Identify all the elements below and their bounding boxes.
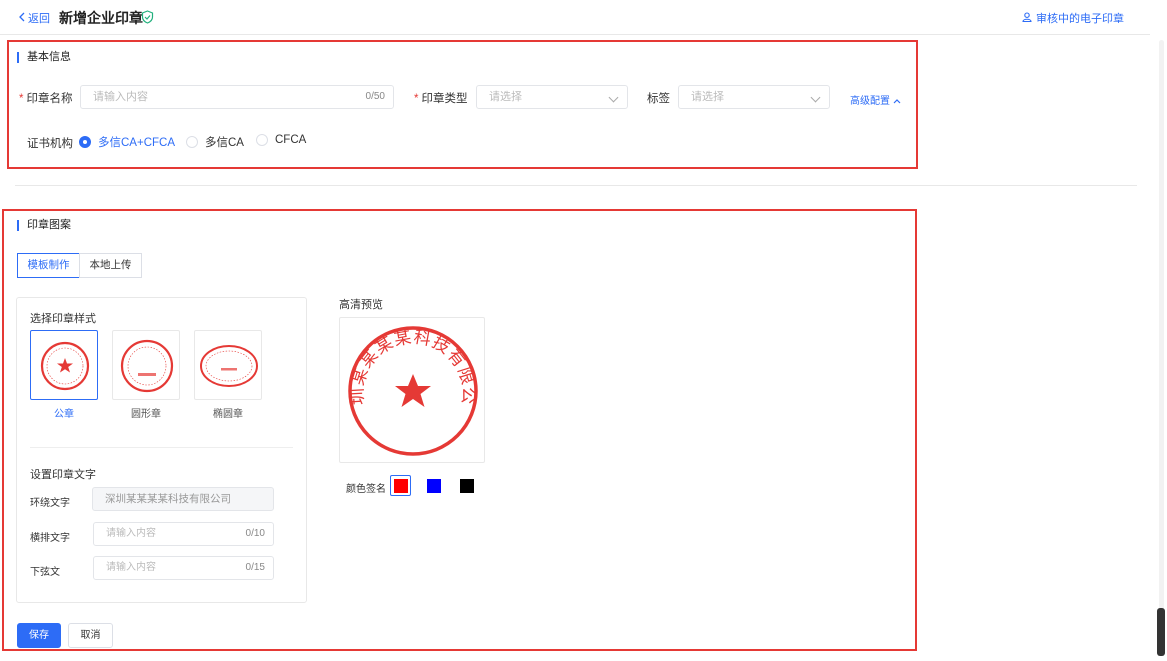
seal-name-input[interactable]: 请输入内容 0/50 — [80, 85, 394, 109]
save-button[interactable]: 保存 — [17, 623, 61, 648]
seal-name-counter: 0/50 — [365, 91, 385, 102]
reviewing-seals-label: 审核中的电子印章 — [1036, 13, 1124, 25]
oval-seal-thumbnail — [200, 345, 258, 387]
user-icon — [1022, 11, 1032, 25]
preview-title: 高清预览 — [339, 299, 383, 311]
color-swatch-red[interactable] — [394, 479, 408, 493]
ring-text-input[interactable]: 深圳某某某某科技有限公司 — [92, 487, 274, 511]
bottom-text-counter: 0/15 — [245, 562, 265, 573]
tab-template[interactable]: 模板制作 — [17, 253, 80, 278]
select-style-title: 选择印章样式 — [30, 313, 96, 325]
tab-local-upload[interactable]: 本地上传 — [79, 253, 142, 278]
back-label: 返回 — [28, 13, 50, 25]
cancel-button[interactable]: 取消 — [68, 623, 113, 648]
radio-duoxinca-cfca[interactable]: 多信CA+CFCA — [79, 134, 175, 150]
page: 返回 新增企业印章 审核中的电子印章 基本信息 * 印章名称 请输入内容 0/50… — [0, 0, 1167, 661]
radio-unchecked-icon — [256, 134, 268, 146]
chevron-left-icon — [18, 12, 26, 25]
radio-duoxinca[interactable]: 多信CA — [186, 134, 244, 150]
chevron-down-icon — [810, 92, 821, 103]
chevron-down-icon — [608, 92, 619, 103]
ring-text-label: 环绕文字 — [30, 498, 70, 509]
scrollbar-thumb[interactable] — [1157, 608, 1165, 656]
page-title: 新增企业印章 — [59, 10, 143, 26]
official-seal-thumbnail — [40, 341, 90, 391]
seal-name-label: * 印章名称 — [19, 93, 73, 105]
bottom-text-label: 下弦文 — [30, 567, 60, 578]
cert-authority-label: 证书机构 — [27, 138, 73, 150]
page-header: 返回 新增企业印章 审核中的电子印章 — [0, 0, 1150, 35]
style-option-oval[interactable] — [194, 330, 262, 400]
horizontal-text-label: 横排文字 — [30, 533, 70, 544]
tag-select[interactable]: 请选择 — [678, 85, 830, 109]
reviewing-seals-link[interactable]: 审核中的电子印章 — [1022, 10, 1124, 26]
horizontal-text-input[interactable]: 请输入内容 0/10 — [93, 522, 274, 546]
section-divider — [15, 185, 1137, 186]
seal-pattern-title: 印章图案 — [17, 220, 71, 231]
set-text-title: 设置印章文字 — [30, 469, 96, 481]
seal-type-label: * 印章类型 — [414, 93, 468, 105]
tag-label: 标签 — [647, 93, 670, 105]
seal-preview: 深圳某某某某科技有限公司 — [331, 303, 485, 463]
style-label-round: 圆形章 — [131, 409, 161, 420]
radio-unchecked-icon — [186, 136, 198, 148]
horizontal-text-counter: 0/10 — [245, 528, 265, 539]
color-label: 颜色签名 — [346, 484, 386, 495]
shield-check-icon — [141, 10, 154, 24]
color-swatch-black[interactable] — [460, 479, 474, 493]
style-label-official: 公章 — [54, 409, 74, 420]
advanced-config-toggle[interactable]: 高级配置 — [850, 92, 901, 107]
color-swatch-blue[interactable] — [427, 479, 441, 493]
style-label-oval: 椭圆章 — [213, 409, 243, 420]
style-option-official[interactable] — [30, 330, 98, 400]
basic-info-title: 基本信息 — [17, 52, 71, 63]
round-seal-thumbnail — [120, 339, 174, 393]
scrollbar-track[interactable] — [1159, 40, 1164, 620]
seal-type-select[interactable]: 请选择 — [476, 85, 628, 109]
chevron-up-icon — [893, 96, 901, 107]
card-divider — [30, 447, 293, 448]
seal-preview-image: 深圳某某某某科技有限公司 — [331, 303, 478, 456]
radio-cfca[interactable]: CFCA — [256, 134, 306, 146]
back-button[interactable]: 返回 — [18, 10, 50, 26]
bottom-text-input[interactable]: 请输入内容 0/15 — [93, 556, 274, 580]
radio-checked-icon — [79, 136, 91, 148]
style-option-round[interactable] — [112, 330, 180, 400]
